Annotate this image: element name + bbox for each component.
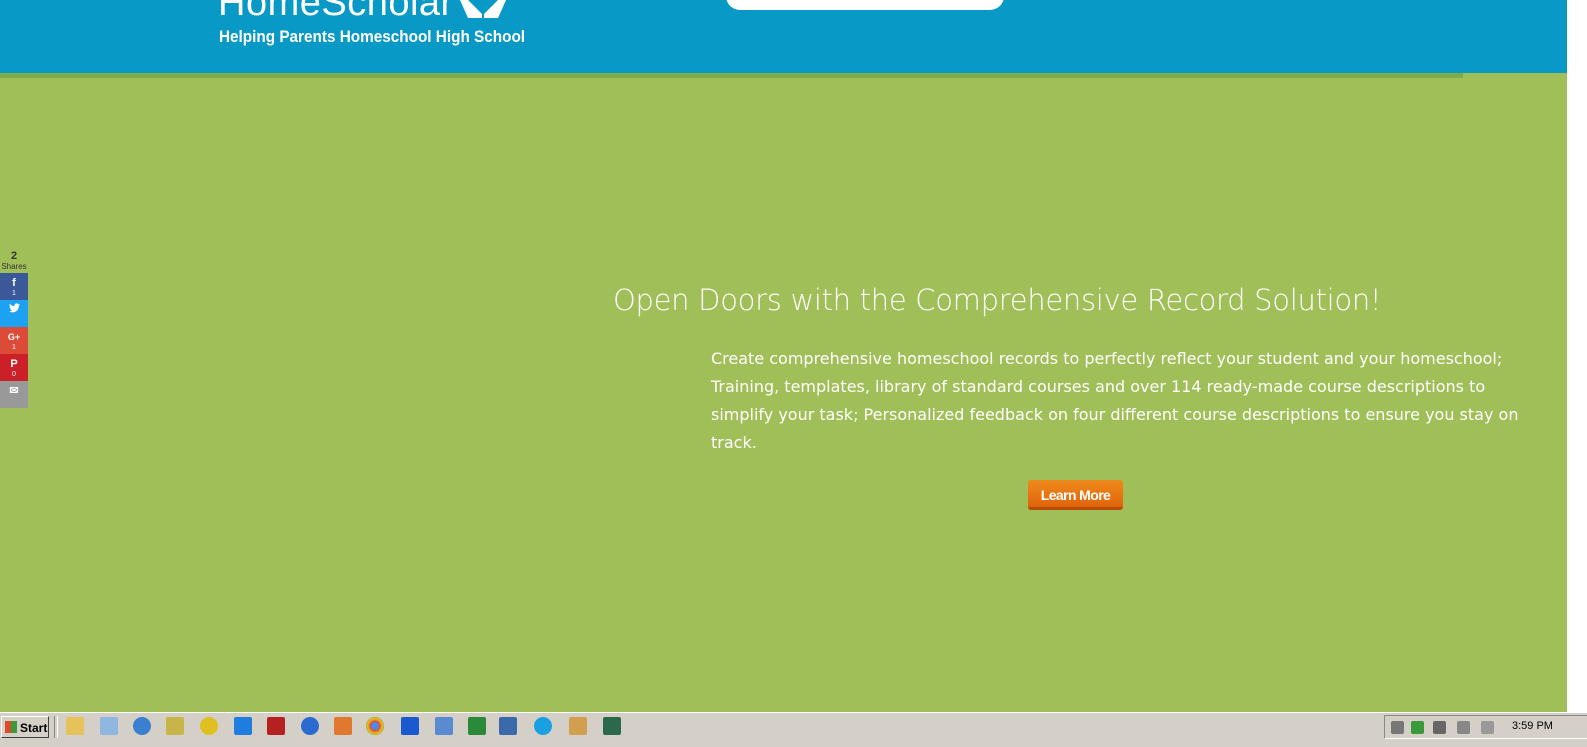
search-input[interactable] [726,0,1004,10]
folder-icon[interactable] [66,717,84,735]
share-label: Shares [1,262,27,271]
share-count: 2 [10,250,18,262]
page-edge [1567,0,1587,712]
share-email-button[interactable]: ✉ [0,381,28,408]
hero-description: Create comprehensive homeschool records … [711,349,1519,452]
notepad-icon[interactable] [100,717,118,735]
pinterest-count: 0 [12,371,16,378]
tray-app-icon[interactable] [1411,721,1424,734]
gimp-icon[interactable] [133,717,151,735]
system-tray [1384,715,1587,739]
site-tagline: Helping Parents Homeschool High School [219,27,526,46]
tray-network-icon[interactable] [1457,721,1470,734]
speedtest-icon[interactable] [200,717,218,735]
notes-icon[interactable] [166,717,184,735]
share-sidebar: 2 Shares f 1 G+ 1 P 0 ✉ [0,250,28,408]
start-label: Start [20,721,48,735]
site-logo[interactable]: HomeScholar [218,0,454,22]
google-plus-icon: G+ [7,332,21,342]
start-button[interactable]: Start [1,716,49,738]
skype-icon[interactable] [534,717,552,735]
email-icon: ✉ [9,385,19,397]
chrome-icon[interactable] [366,717,384,735]
taskbar: Start 3:59 PM [0,712,1587,747]
grid-app-icon[interactable] [334,717,352,735]
tray-power-icon[interactable] [1433,721,1446,734]
filezilla-icon[interactable] [267,717,285,735]
maxthon-icon[interactable] [401,717,419,735]
share-google-plus-button[interactable]: G+ 1 [0,327,28,354]
window-icon[interactable] [499,717,517,735]
facebook-icon: f [12,277,16,289]
keyboard-icon[interactable] [435,717,453,735]
tray-expand-icon[interactable] [1391,721,1404,734]
hero-title: Open Doors with the Comprehensive Record… [613,283,1382,317]
share-twitter-button[interactable] [0,300,28,327]
c-app-icon[interactable] [468,717,486,735]
share-facebook-button[interactable]: f 1 [0,273,28,300]
logo-book-icon [460,0,506,18]
clock[interactable]: 3:59 PM [1512,720,1553,732]
paint-icon[interactable] [569,717,587,735]
learn-more-button[interactable]: Learn More [1028,480,1123,510]
browser-icon[interactable] [301,717,319,735]
taskbar-separator [54,716,58,738]
facebook-count: 1 [12,290,16,297]
site-header: HomeScholar Helping Parents Homeschool H… [0,0,1567,73]
share-pinterest-button[interactable]: P 0 [0,354,28,381]
twitter-icon [0,300,28,317]
google-plus-count: 1 [12,344,16,351]
monitor-icon[interactable] [603,717,621,735]
dropbox-icon[interactable] [234,717,252,735]
windows-flag-icon [5,721,17,733]
pinterest-icon: P [10,358,18,370]
tray-volume-icon[interactable] [1481,721,1494,734]
header-divider [0,73,1463,78]
